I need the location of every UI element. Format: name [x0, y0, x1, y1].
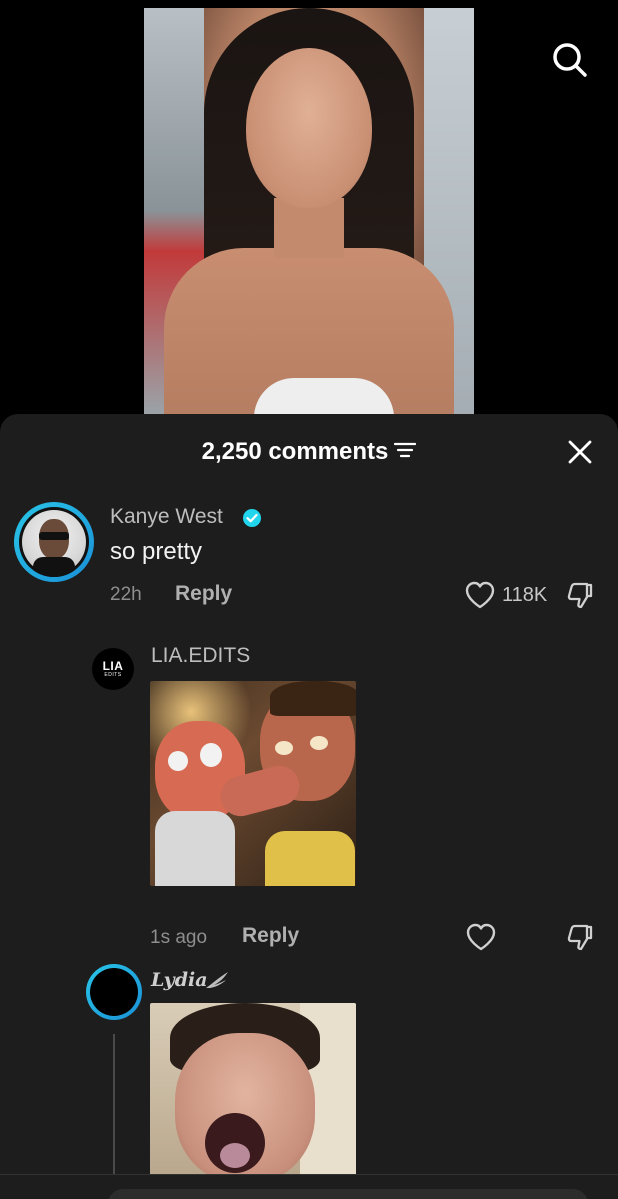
heart-icon[interactable]: [465, 922, 497, 952]
avatar-label: LIA: [102, 658, 124, 673]
gif-image[interactable]: [150, 1003, 356, 1178]
comments-sheet: 2,250 comments Kanye West so pretty 22h …: [0, 414, 618, 1199]
video-frame[interactable]: [144, 8, 474, 414]
comment-time: 22h: [110, 584, 142, 605]
search-button[interactable]: [548, 38, 592, 82]
video-subject: [246, 48, 372, 208]
comment-username[interactable]: Lydia: [151, 969, 208, 991]
avatar[interactable]: [14, 502, 94, 582]
reply-item: Lydia: [0, 954, 618, 1184]
search-icon: [553, 43, 587, 77]
comment-text: so pretty: [110, 538, 203, 565]
heart-icon[interactable]: [464, 580, 496, 610]
video-subject: [254, 378, 394, 414]
avatar[interactable]: [86, 964, 142, 1020]
add-comment-input[interactable]: [108, 1189, 588, 1199]
comment-username[interactable]: Kanye West: [110, 505, 223, 529]
reply-item: LIA EDITS LIA.EDITS 1s ago Reply: [0, 634, 618, 951]
comment-item: Kanye West so pretty 22h Reply 118K: [0, 414, 618, 614]
dislike-icon[interactable]: [565, 922, 595, 952]
wing-icon: [206, 972, 228, 988]
reply-button[interactable]: Reply: [242, 924, 299, 948]
dislike-icon[interactable]: [565, 580, 595, 610]
verified-badge-icon: [243, 509, 261, 527]
comment-username[interactable]: LIA.EDITS: [151, 644, 250, 668]
reply-button[interactable]: Reply: [175, 582, 232, 606]
like-count: 118K: [502, 584, 548, 606]
avatar[interactable]: LIA EDITS: [92, 648, 134, 690]
avatar-sublabel: EDITS: [104, 671, 122, 678]
comment-time: 1s ago: [150, 927, 208, 948]
video-area[interactable]: [0, 0, 618, 420]
gif-image[interactable]: [150, 681, 356, 886]
